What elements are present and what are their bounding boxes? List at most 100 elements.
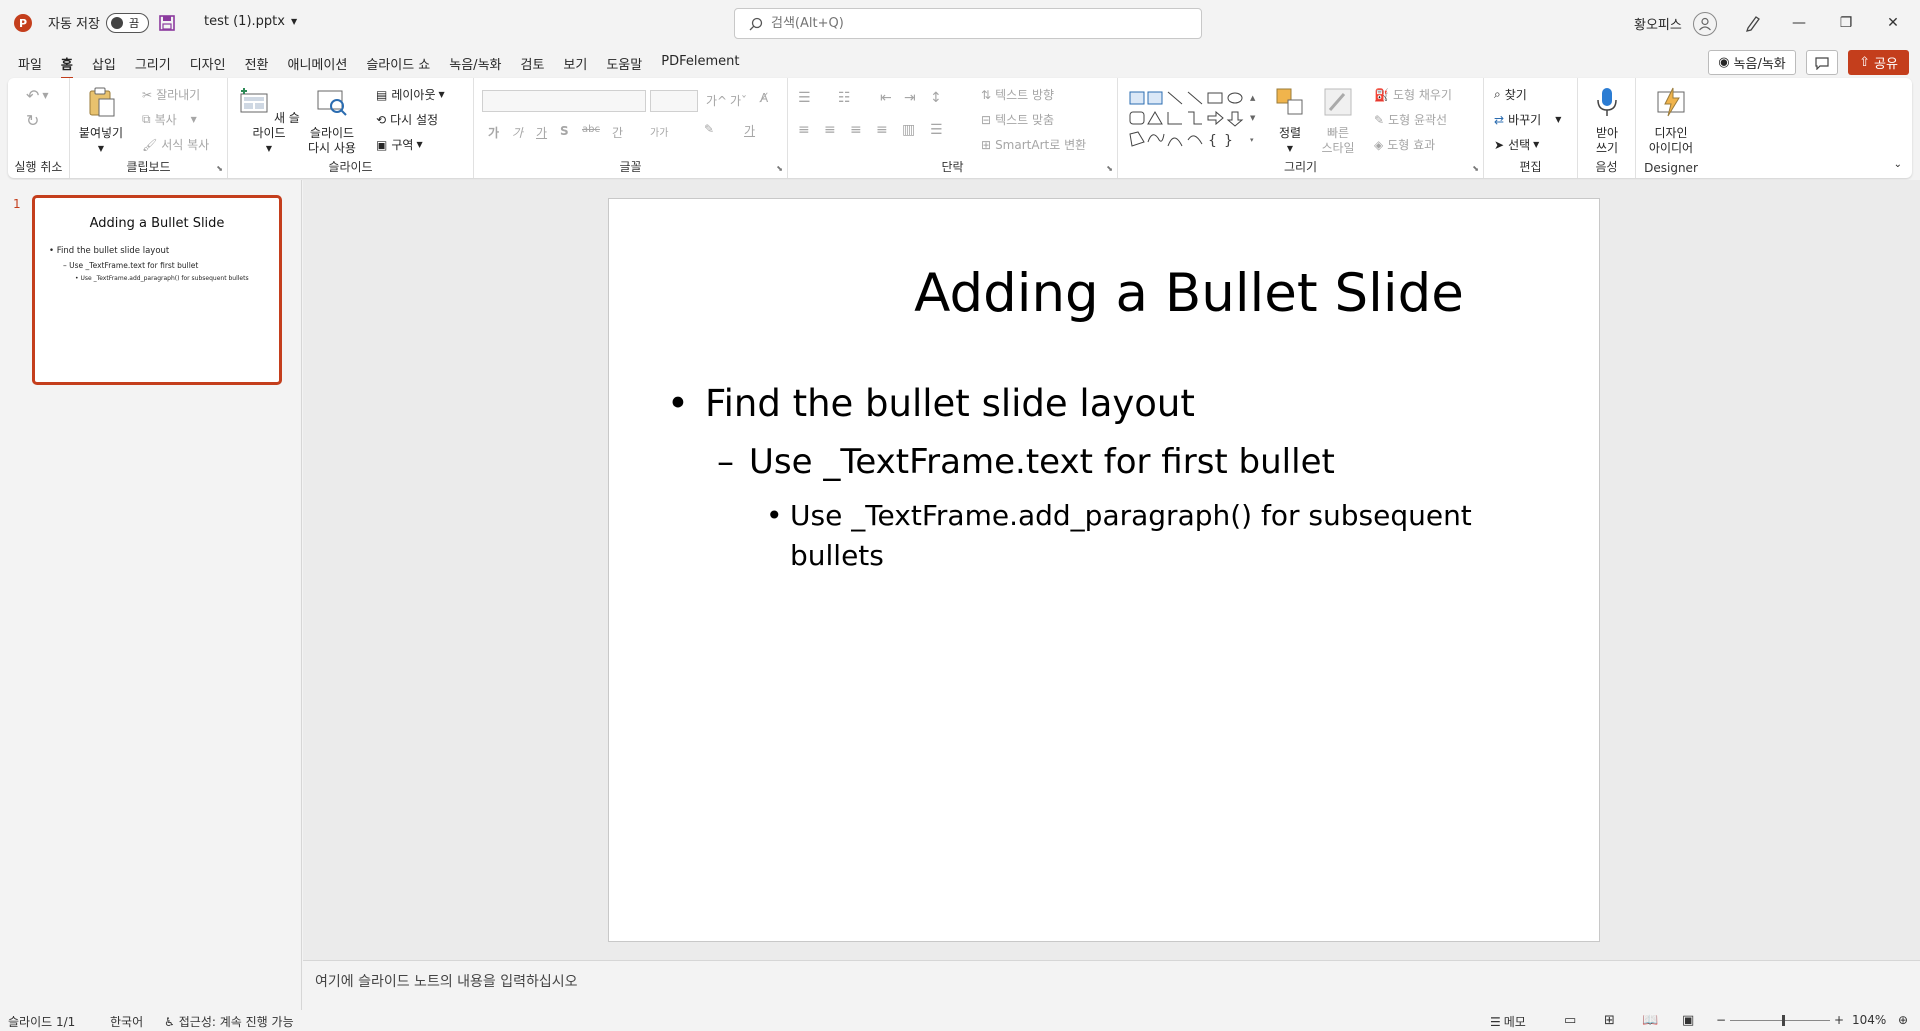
- tab-design[interactable]: 디자인: [190, 54, 226, 80]
- align-text-button[interactable]: ⊟ 텍스트 맞춤: [981, 111, 1054, 128]
- tab-file[interactable]: 파일: [18, 54, 42, 80]
- close-button[interactable]: ✕: [1870, 10, 1916, 36]
- comments-button[interactable]: [1806, 50, 1838, 75]
- reset-button[interactable]: ⟲ 다시 설정: [376, 111, 438, 128]
- shrink-font-button[interactable]: 가ˇ: [730, 92, 747, 109]
- format-painter-button[interactable]: 🖌 서식 복사: [142, 136, 209, 153]
- tab-record[interactable]: 녹음/녹화: [449, 54, 501, 80]
- section-button[interactable]: ▣ 구역 ▼: [376, 136, 423, 153]
- text-direction-button[interactable]: ⇅ 텍스트 방향: [981, 86, 1054, 103]
- save-icon[interactable]: [158, 14, 176, 32]
- pen-icon[interactable]: [1742, 12, 1764, 34]
- reading-view-icon[interactable]: 📖: [1642, 1013, 1658, 1028]
- notes-pane[interactable]: 여기에 슬라이드 노트의 내용을 입력하십시오: [303, 960, 1920, 1010]
- tab-transitions[interactable]: 전환: [245, 54, 269, 80]
- font-color-button[interactable]: 가: [744, 122, 755, 139]
- tab-review[interactable]: 검토: [521, 54, 545, 80]
- change-case-button[interactable]: 가가: [650, 124, 668, 139]
- new-slide-button[interactable]: 새 슬라이드 ▼: [236, 86, 302, 156]
- reuse-slides-button[interactable]: 슬라이드 다시 사용: [306, 86, 358, 156]
- char-spacing-button[interactable]: 간: [612, 124, 623, 141]
- tab-view[interactable]: 보기: [563, 54, 587, 80]
- numbering-icon[interactable]: ☷: [838, 90, 851, 106]
- shape-fill-button[interactable]: ⛽ 도형 채우기: [1374, 86, 1452, 103]
- bullet-level-2[interactable]: – Use _TextFrame.text for first bullet: [717, 442, 1335, 482]
- zoom-in-icon[interactable]: +: [1834, 1013, 1844, 1027]
- italic-button[interactable]: 가: [512, 124, 523, 141]
- undo-icon[interactable]: ↶ ▼: [26, 86, 49, 105]
- slide-sorter-icon[interactable]: ⊞: [1604, 1013, 1615, 1028]
- arrange-button[interactable]: 정렬 ▼: [1270, 86, 1310, 156]
- smartart-button[interactable]: ⊞ SmartArt로 변환: [981, 136, 1086, 153]
- select-button[interactable]: ➤ 선택 ▼: [1494, 136, 1539, 153]
- bold-button[interactable]: 가: [488, 124, 499, 141]
- zoom-slider-thumb[interactable]: [1782, 1015, 1785, 1026]
- dialog-launcher-icon[interactable]: ⬊: [1106, 164, 1113, 173]
- layout-button[interactable]: ▤ 레이아웃 ▼: [376, 86, 445, 103]
- underline-button[interactable]: 가: [536, 124, 547, 141]
- tab-animations[interactable]: 애니메이션: [288, 54, 348, 80]
- dialog-launcher-icon[interactable]: ⬊: [216, 164, 223, 173]
- cut-button[interactable]: ✂ 잘라내기: [142, 86, 200, 103]
- shape-effects-button[interactable]: ◈ 도형 효과: [1374, 136, 1435, 153]
- user-name[interactable]: 황오피스: [1634, 14, 1682, 33]
- copy-button[interactable]: ⧉ 복사 ▼: [142, 111, 197, 128]
- tab-slideshow[interactable]: 슬라이드 쇼: [366, 54, 430, 80]
- tab-pdfelement[interactable]: PDFelement: [661, 54, 739, 80]
- align-center-icon[interactable]: ≡: [824, 122, 836, 138]
- shape-outline-button[interactable]: ✎ 도형 윤곽선: [1374, 111, 1447, 128]
- language-indicator[interactable]: 한국어: [110, 1013, 143, 1030]
- design-ideas-button[interactable]: 디자인 아이디어: [1642, 86, 1700, 156]
- slide-canvas[interactable]: Adding a Bullet Slide • Find the bullet …: [608, 198, 1600, 942]
- line-spacing-icon[interactable]: ↕: [930, 90, 942, 106]
- share-button[interactable]: ⇧ 공유: [1848, 50, 1909, 75]
- highlight-color-icon[interactable]: ✎: [704, 122, 714, 136]
- zoom-level[interactable]: 104%: [1852, 1013, 1886, 1027]
- search-box[interactable]: [734, 8, 1202, 39]
- collapse-ribbon-icon[interactable]: ⌄: [1894, 159, 1902, 170]
- align-right-icon[interactable]: ≡: [850, 122, 862, 138]
- record-button[interactable]: ◉ 녹음/녹화: [1708, 50, 1796, 75]
- strikethrough-button[interactable]: abc: [582, 124, 600, 135]
- slideshow-icon[interactable]: ▣: [1682, 1013, 1694, 1028]
- search-input[interactable]: [771, 16, 1171, 31]
- slide-thumbnail[interactable]: Adding a Bullet Slide • Find the bullet …: [32, 195, 282, 385]
- quick-styles-button[interactable]: 빠른 스타일: [1314, 86, 1362, 156]
- slide-title[interactable]: Adding a Bullet Slide: [609, 263, 1599, 324]
- decrease-indent-icon[interactable]: ⇤: [880, 90, 892, 106]
- tab-draw[interactable]: 그리기: [135, 54, 171, 80]
- restore-button[interactable]: ❐: [1823, 10, 1869, 36]
- tab-help[interactable]: 도움말: [606, 54, 642, 80]
- notes-toggle[interactable]: ☰ 메모: [1490, 1013, 1526, 1030]
- redo-icon[interactable]: ↻: [26, 111, 39, 130]
- columns-icon[interactable]: ▥: [902, 122, 915, 138]
- fit-slide-icon[interactable]: ⊕: [1898, 1013, 1908, 1027]
- zoom-out-icon[interactable]: −: [1716, 1013, 1726, 1027]
- tab-home[interactable]: 홈: [60, 54, 73, 80]
- grow-font-button[interactable]: 가^: [706, 92, 727, 109]
- align-left-icon[interactable]: ≡: [798, 122, 810, 138]
- accessibility-status[interactable]: ♿ 접근성: 계속 진행 가능: [164, 1013, 294, 1030]
- justify-icon[interactable]: ≡: [876, 122, 888, 138]
- document-filename[interactable]: test (1).pptx ▼: [204, 14, 297, 29]
- text-columns-icon[interactable]: ☰: [930, 122, 943, 138]
- autosave-toggle[interactable]: 끔: [106, 13, 149, 33]
- normal-view-icon[interactable]: ▭: [1564, 1013, 1576, 1028]
- bullet-level-3[interactable]: • Use _TextFrame.add_paragraph() for sub…: [766, 496, 1526, 576]
- clear-format-icon[interactable]: A̸: [760, 91, 768, 105]
- dictate-button[interactable]: 받아 쓰기: [1586, 86, 1628, 156]
- font-name-combo[interactable]: [482, 90, 646, 112]
- tab-insert[interactable]: 삽입: [92, 54, 116, 80]
- replace-button[interactable]: ⇄ 바꾸기 ▼: [1494, 111, 1561, 128]
- minimize-button[interactable]: —: [1776, 10, 1822, 36]
- shapes-gallery[interactable]: { } ▲ ▼ ▾: [1128, 90, 1258, 150]
- bullets-icon[interactable]: ☰: [798, 90, 811, 106]
- increase-indent-icon[interactable]: ⇥: [904, 90, 916, 106]
- find-button[interactable]: ⌕ 찾기: [1494, 86, 1527, 103]
- zoom-slider[interactable]: [1730, 1020, 1830, 1021]
- shadow-button[interactable]: S: [560, 124, 569, 138]
- font-size-combo[interactable]: [650, 90, 698, 112]
- avatar[interactable]: [1693, 12, 1717, 36]
- dialog-launcher-icon[interactable]: ⬊: [1472, 164, 1479, 173]
- bullet-level-1[interactable]: • Find the bullet slide layout: [667, 382, 1195, 425]
